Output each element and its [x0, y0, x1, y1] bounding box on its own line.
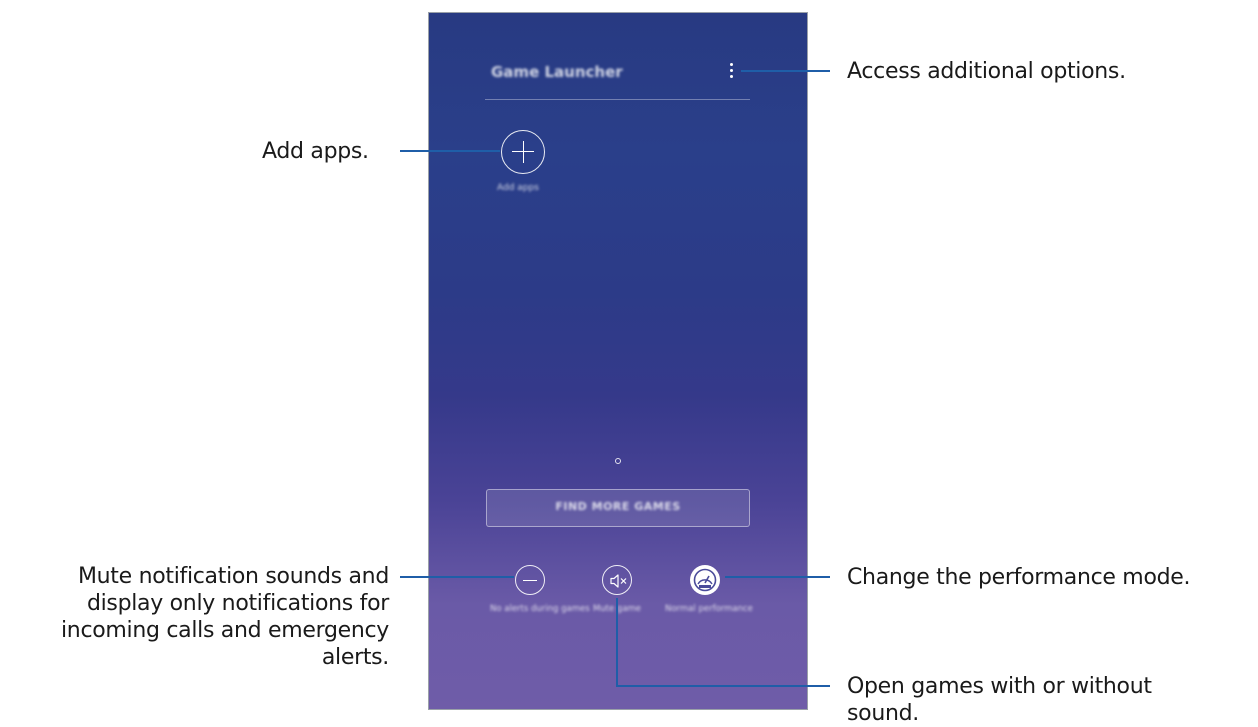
callout-sound: Open games with or without sound.: [847, 674, 1152, 726]
callout-add-apps: Add apps.: [262, 139, 369, 164]
callout-mute-notifications: Mute notification sounds and display onl…: [60, 564, 389, 670]
sound-line: [616, 598, 830, 687]
callout-options: Access additional options.: [847, 59, 1126, 84]
callout-performance: Change the performance mode.: [847, 565, 1191, 590]
